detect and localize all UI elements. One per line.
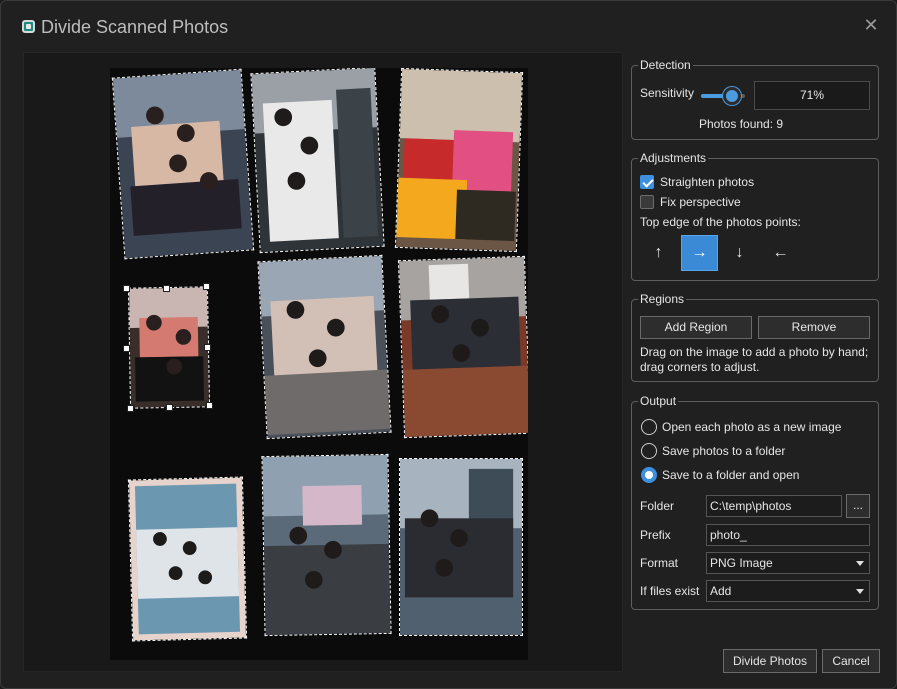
detection-legend: Detection xyxy=(640,58,691,72)
save-and-open-radio[interactable] xyxy=(641,467,657,483)
photo-thumbnail xyxy=(395,68,523,252)
close-icon[interactable]: ✕ xyxy=(860,14,882,36)
detected-photo[interactable] xyxy=(261,453,392,637)
regions-legend: Regions xyxy=(640,292,685,306)
direction-up-button[interactable]: ↑ xyxy=(640,235,677,271)
title-bar[interactable]: Divide Scanned Photos ✕ xyxy=(1,1,896,41)
adjustments-legend: Adjustments xyxy=(640,151,707,165)
photos-found-text: Photos found: 9 xyxy=(699,117,784,131)
scanned-image[interactable] xyxy=(110,68,528,660)
detected-photo[interactable] xyxy=(257,254,392,440)
dialog-window: Divide Scanned Photos ✕ Detection Sensit… xyxy=(0,0,897,689)
detected-photo[interactable] xyxy=(394,68,524,253)
remove-region-button[interactable]: Remove xyxy=(758,316,870,339)
resize-handle-bottom-left[interactable] xyxy=(127,405,134,412)
prefix-input[interactable]: photo_ xyxy=(706,524,870,546)
regions-help-text: Drag on the image to add a photo by hand… xyxy=(640,345,869,374)
direction-right-button[interactable]: → xyxy=(681,235,718,271)
cancel-button[interactable]: Cancel xyxy=(822,649,880,673)
detected-photo[interactable] xyxy=(399,458,523,636)
selected-photo-region[interactable] xyxy=(127,286,211,409)
resize-handle-top-left[interactable] xyxy=(123,285,130,292)
resize-handle-top-right[interactable] xyxy=(203,283,210,290)
browse-folder-button[interactable]: ... xyxy=(846,494,870,518)
photo-thumbnail xyxy=(128,477,247,641)
detected-photo[interactable] xyxy=(111,68,255,260)
open-new-image-radio[interactable] xyxy=(641,419,657,435)
detected-photo[interactable] xyxy=(250,68,385,254)
photo-thumbnail xyxy=(251,68,384,253)
direction-down-button[interactable]: ↓ xyxy=(721,235,758,271)
save-to-folder-label[interactable]: Save photos to a folder xyxy=(662,444,785,458)
if-files-exist-select[interactable]: Add xyxy=(706,580,870,602)
perspective-label[interactable]: Fix perspective xyxy=(660,195,741,209)
detected-photo[interactable] xyxy=(397,255,528,439)
resize-handle-middle-left[interactable] xyxy=(123,345,130,352)
prefix-label: Prefix xyxy=(640,528,671,542)
detected-photo[interactable] xyxy=(127,476,248,642)
photo-thumbnail xyxy=(258,255,391,439)
photo-thumbnail xyxy=(398,256,528,438)
format-select[interactable]: PNG Image xyxy=(706,552,870,574)
sensitivity-value-field[interactable]: 71% xyxy=(754,81,870,110)
sensitivity-label: Sensitivity xyxy=(640,86,695,100)
format-label: Format xyxy=(640,556,679,570)
app-photo-icon xyxy=(22,20,35,33)
dialog-title: Divide Scanned Photos xyxy=(41,17,229,37)
direction-label: Top edge of the photos points: xyxy=(640,215,801,229)
save-to-folder-radio[interactable] xyxy=(641,443,657,459)
folder-label: Folder xyxy=(640,499,675,513)
if-files-exist-label: If files exist xyxy=(640,584,700,598)
perspective-checkbox[interactable] xyxy=(640,195,654,209)
photo-thumbnail xyxy=(262,454,391,636)
divide-photos-button[interactable]: Divide Photos xyxy=(723,649,817,673)
resize-handle-middle-right[interactable] xyxy=(204,344,211,351)
folder-input[interactable]: C:\temp\photos xyxy=(706,495,842,517)
save-and-open-label[interactable]: Save to a folder and open xyxy=(662,468,799,482)
resize-handle-bottom-middle[interactable] xyxy=(166,404,173,411)
resize-handle-top-middle[interactable] xyxy=(163,285,170,292)
add-region-button[interactable]: Add Region xyxy=(640,316,752,339)
resize-handle-bottom-right[interactable] xyxy=(206,402,213,409)
open-new-image-label[interactable]: Open each photo as a new image xyxy=(662,420,841,434)
straighten-label[interactable]: Straighten photos xyxy=(660,175,754,189)
photo-thumbnail xyxy=(112,69,254,259)
output-legend: Output xyxy=(640,394,677,408)
photo-thumbnail xyxy=(128,287,210,408)
straighten-checkbox[interactable] xyxy=(640,175,654,189)
photo-thumbnail xyxy=(400,459,522,635)
direction-left-button[interactable]: ← xyxy=(762,235,799,271)
